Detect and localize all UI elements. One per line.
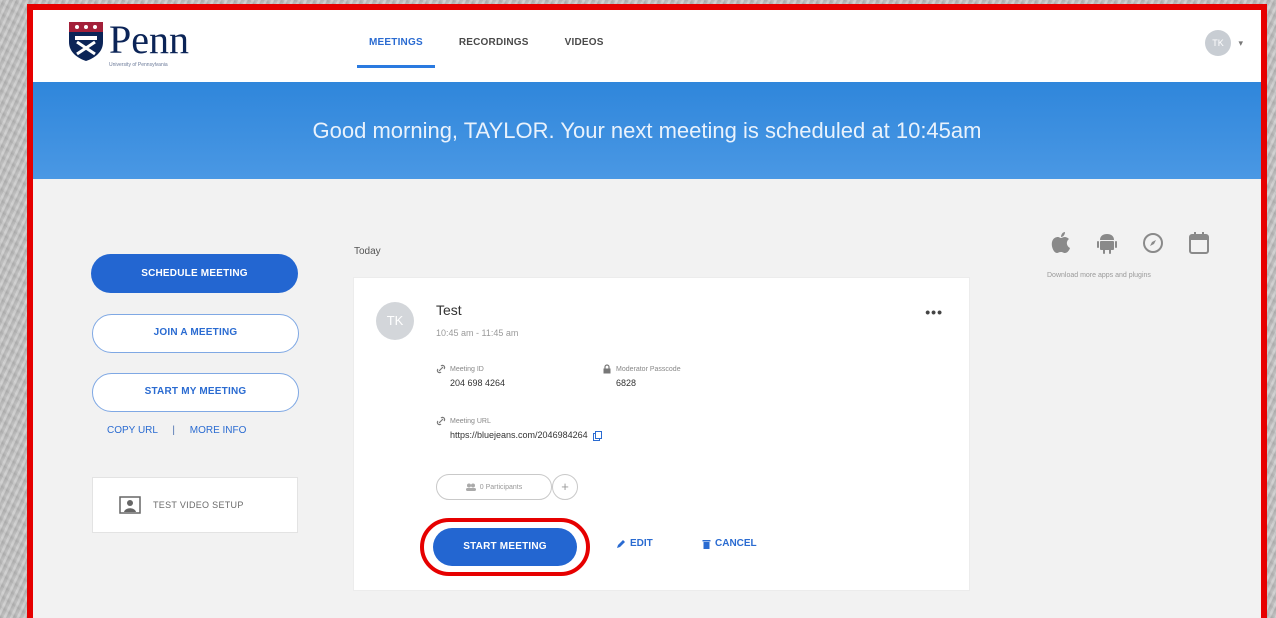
schedule-meeting-button[interactable]: SCHEDULE MEETING: [91, 254, 298, 293]
meeting-avatar: TK: [376, 302, 414, 340]
video-setup-icon: [119, 496, 141, 514]
meeting-url-label: Meeting URL: [450, 417, 491, 425]
penn-logo[interactable]: Penn University of Pennsylvania: [67, 17, 189, 68]
greeting-text: Good morning, TAYLOR. Your next meeting …: [312, 117, 982, 143]
meeting-time: 10:45 am - 11:45 am: [436, 328, 519, 338]
android-icon[interactable]: [1096, 232, 1118, 254]
meeting-id-value: 204 698 4264: [450, 378, 506, 388]
more-info-link[interactable]: MORE INFO: [190, 425, 247, 436]
tab-meetings[interactable]: MEETINGS: [351, 10, 441, 82]
meeting-title: Test: [436, 302, 462, 318]
start-meeting-highlight: START MEETING: [420, 518, 590, 576]
app-downloads: [1050, 232, 1210, 254]
meeting-url-field: Meeting URL https://bluejeans.com/204698…: [436, 416, 603, 441]
passcode-value: 6828: [616, 378, 637, 388]
meeting-id-label: Meeting ID: [450, 365, 484, 373]
link-icon: [436, 364, 446, 374]
link-separator: |: [172, 425, 175, 436]
user-avatar[interactable]: TK: [1205, 30, 1231, 56]
passcode-label: Moderator Passcode: [616, 365, 681, 373]
greeting-banner: Good morning, TAYLOR. Your next meeting …: [33, 82, 1261, 179]
meeting-id-field: Meeting ID 204 698 4264: [436, 364, 505, 388]
penn-shield-icon: [69, 22, 103, 61]
tab-recordings[interactable]: RECORDINGS: [441, 10, 547, 82]
participants-pill[interactable]: 0 Participants: [436, 474, 552, 500]
start-meeting-button[interactable]: START MEETING: [433, 528, 577, 566]
edit-label: EDIT: [630, 538, 653, 549]
sidebar-links: COPY URL | MORE INFO: [107, 425, 246, 436]
chevron-down-icon[interactable]: ▾: [1238, 38, 1243, 49]
edit-button[interactable]: EDIT: [616, 538, 653, 549]
app-frame: Penn University of Pennsylvania MEETINGS…: [27, 4, 1267, 618]
copy-icon[interactable]: [593, 430, 603, 441]
join-meeting-button[interactable]: JOIN A MEETING: [92, 314, 299, 353]
test-video-label: TEST VIDEO SETUP: [153, 500, 244, 510]
apps-caption: Download more apps and plugins: [1047, 272, 1151, 279]
cancel-button[interactable]: CANCEL: [702, 538, 757, 549]
main-tabs: MEETINGS RECORDINGS VIDEOS: [351, 10, 622, 82]
tab-videos[interactable]: VIDEOS: [547, 10, 622, 82]
meeting-url-row: https://bluejeans.com/2046984264: [450, 430, 603, 441]
participants-icon: [465, 483, 476, 491]
link-icon: [436, 416, 446, 426]
top-bar: Penn University of Pennsylvania MEETINGS…: [33, 10, 1261, 82]
start-my-meeting-button[interactable]: START MY MEETING: [92, 373, 299, 412]
apple-icon[interactable]: [1050, 232, 1072, 254]
cancel-label: CANCEL: [715, 538, 757, 549]
more-options-icon[interactable]: •••: [925, 304, 943, 320]
test-video-setup-button[interactable]: TEST VIDEO SETUP: [92, 477, 298, 533]
trash-icon: [702, 539, 711, 549]
lock-icon: [603, 364, 611, 374]
pencil-icon: [617, 539, 625, 548]
logo-wordmark: Penn: [109, 17, 189, 62]
day-heading: Today: [354, 246, 381, 257]
add-participant-button[interactable]: +: [552, 474, 578, 500]
meeting-card: TK Test 10:45 am - 11:45 am ••• Meeting …: [353, 277, 970, 591]
meeting-url-value: https://bluejeans.com/2046984264: [450, 430, 588, 440]
participants-count: 0 Participants: [479, 483, 523, 491]
calendar-icon[interactable]: [1188, 232, 1210, 254]
copy-url-link[interactable]: COPY URL: [107, 425, 158, 436]
logo-subtitle: University of Pennsylvania: [109, 62, 168, 68]
moderator-passcode-field: Moderator Passcode 6828: [602, 364, 681, 388]
browser-icon[interactable]: [1142, 232, 1164, 254]
